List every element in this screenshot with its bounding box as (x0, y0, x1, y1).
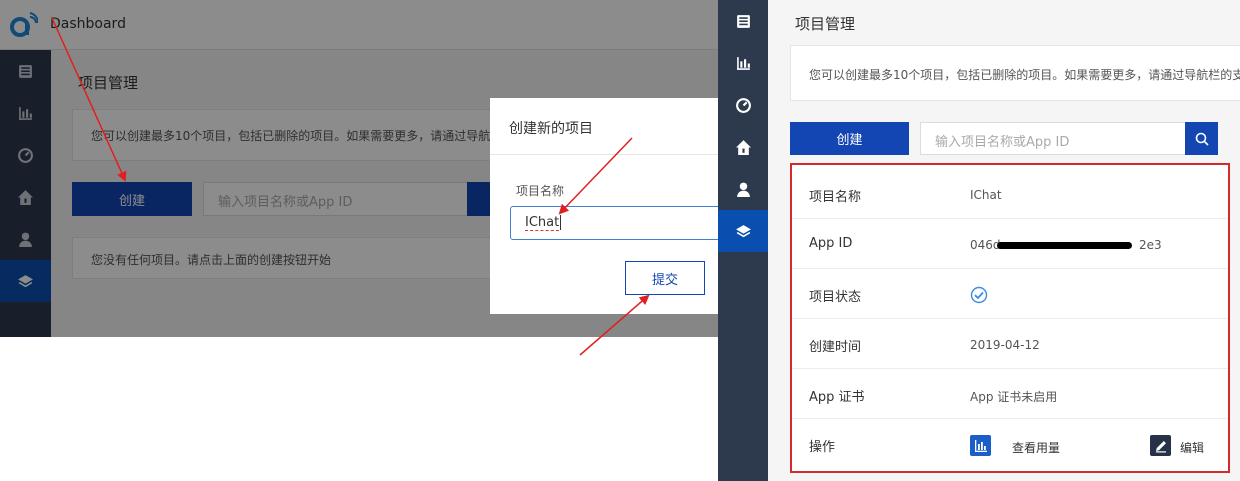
view-usage-icon[interactable] (970, 435, 991, 456)
search-input[interactable]: 输入项目名称或App ID (920, 122, 1188, 155)
project-name-input[interactable]: IChat (510, 206, 718, 240)
page-title: 项目管理 (795, 15, 856, 33)
app-cert-value: App 证书未启用 (970, 390, 1058, 404)
app-id-prefix: 046d (970, 238, 1001, 252)
submit-button[interactable]: 提交 (625, 261, 705, 295)
sidebar (718, 0, 768, 481)
project-name-value: IChat (970, 188, 1002, 202)
check-circle-icon (970, 286, 988, 304)
create-project-dialog: 创建新的项目 项目名称 IChat 提交 (490, 98, 718, 314)
info-notice: 您可以创建最多10个项目，包括已删除的项目。如果需要更多，请通过导航栏的支 (790, 45, 1240, 101)
sidebar-item-projects-list[interactable] (718, 0, 768, 42)
project-name-value: IChat (525, 215, 560, 231)
redaction-mark (997, 242, 1132, 249)
gauge-icon (735, 97, 751, 113)
search-button[interactable] (1185, 122, 1218, 155)
app-cert-label: App 证书 (809, 390, 865, 405)
dialog-divider (490, 154, 718, 155)
edit-icon[interactable] (1150, 435, 1171, 456)
app-id-suffix: 2e3 (1139, 238, 1162, 252)
home-dollar-icon (735, 139, 751, 155)
bar-chart-icon (736, 56, 750, 70)
detail-row-status: 项目状态 (792, 269, 1228, 319)
search-icon (1195, 132, 1209, 146)
detail-row-cert: App 证书 App 证书未启用 (792, 369, 1228, 419)
sidebar-item-account[interactable] (718, 168, 768, 210)
sidebar-item-projects[interactable] (718, 210, 768, 252)
actions-label: 操作 (809, 440, 836, 455)
detail-row-appid: App ID 046d 2e3 (792, 219, 1228, 269)
text-cursor (560, 215, 562, 230)
user-icon (736, 182, 750, 197)
layers-icon (735, 224, 751, 237)
sidebar-item-usage[interactable] (718, 42, 768, 84)
project-name-label: 项目名称 (809, 190, 862, 205)
project-name-label: 项目名称 (516, 184, 565, 198)
book-icon (736, 14, 750, 28)
right-screenshot: 项目管理 您可以创建最多10个项目，包括已删除的项目。如果需要更多，请通过导航栏… (718, 0, 1240, 481)
created-time-value: 2019-04-12 (970, 338, 1040, 352)
project-status-label: 项目状态 (809, 290, 862, 305)
detail-row-actions: 操作 查看用量 编辑 (792, 419, 1228, 469)
edit-link[interactable]: 编辑 (1180, 439, 1204, 456)
sidebar-item-billing[interactable] (718, 126, 768, 168)
left-screenshot: Dashboard 项目管理 您可以创建最多10个项目，包括已删除的项目。如果需… (0, 0, 718, 337)
create-project-button[interactable]: 创建 (790, 122, 909, 155)
created-time-label: 创建时间 (809, 340, 862, 355)
sidebar-item-quality[interactable] (718, 84, 768, 126)
project-detail-card: 项目名称 IChat App ID 046d 2e3 项目状态 创建时间 201… (790, 163, 1230, 473)
detail-row-name: 项目名称 IChat (792, 169, 1228, 219)
screenshot-composite: Dashboard 项目管理 您可以创建最多10个项目，包括已删除的项目。如果需… (0, 0, 1240, 481)
detail-row-created: 创建时间 2019-04-12 (792, 319, 1228, 369)
app-id-label: App ID (809, 236, 853, 251)
dialog-title: 创建新的项目 (509, 121, 593, 137)
view-usage-link[interactable]: 查看用量 (1012, 439, 1060, 456)
